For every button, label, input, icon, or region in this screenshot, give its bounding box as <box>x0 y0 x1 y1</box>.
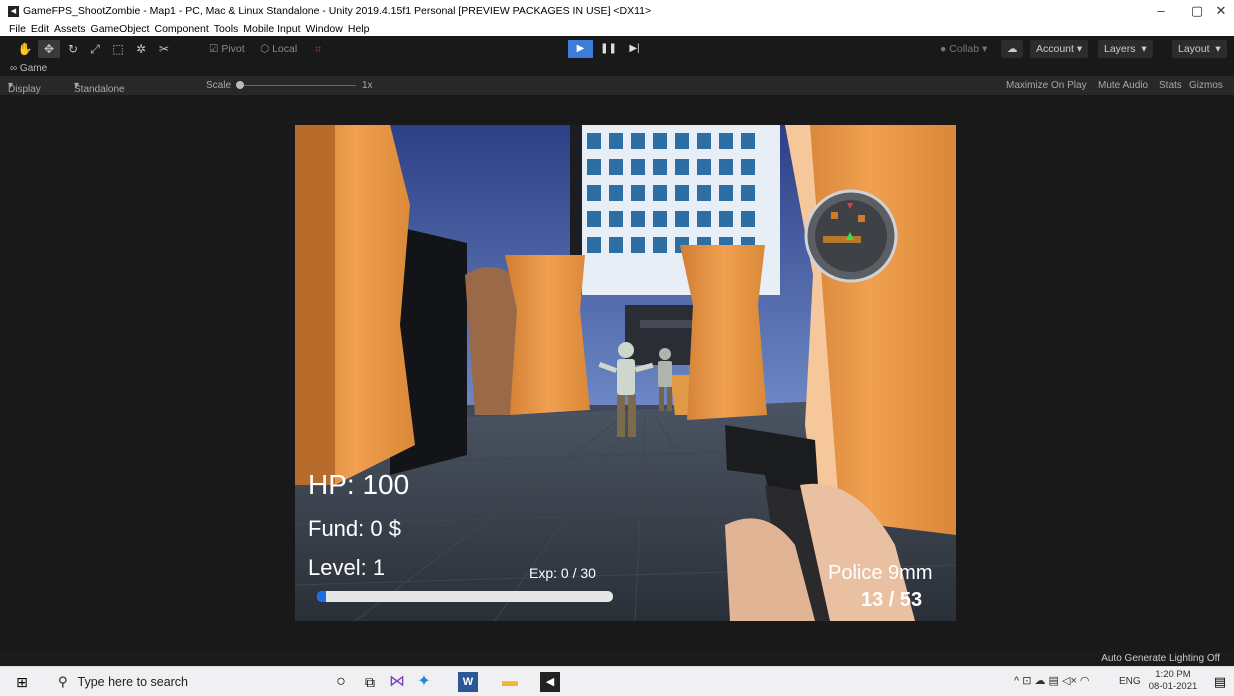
layers-dropdown[interactable]: Layers ▾ <box>1098 40 1153 58</box>
game-tab-label: Game <box>19 63 48 74</box>
layout-dropdown[interactable]: Layout ▾ <box>1172 40 1227 58</box>
fund-label: Fund: 0 $ <box>308 516 401 541</box>
scale-tool-icon[interactable]: ⤢ <box>86 40 104 58</box>
layout-label: Layout <box>1178 43 1210 55</box>
visual-studio-icon[interactable]: ⋈ <box>387 672 407 692</box>
scale-value: 1x <box>362 80 373 91</box>
unity-logo-icon: ◀ <box>8 5 19 17</box>
language-indicator[interactable]: ENG <box>1119 676 1141 687</box>
level-label: Level: 1 <box>308 555 386 580</box>
menu-help[interactable]: Help <box>348 23 370 35</box>
task-view-icon[interactable]: ⧉ <box>360 672 380 692</box>
mute-audio-toggle[interactable]: Mute Audio <box>1098 80 1148 91</box>
menu-edit[interactable]: Edit <box>31 23 49 35</box>
resolution-dropdown[interactable]: Standalone (1024x768) ▾ <box>74 80 125 106</box>
taskbar-clock[interactable]: 1:20 PM 08-01-2021 <box>1146 669 1200 693</box>
account-label: Account <box>1036 43 1074 55</box>
collab-dropdown[interactable]: ● Collab ▾ <box>934 40 993 58</box>
game-render[interactable]: HP: 100 Fund: 0 $ Level: 1 Exp: 0 / 30 P… <box>295 125 956 621</box>
weapon-name: Police 9mm <box>828 562 933 584</box>
clock-date: 08-01-2021 <box>1148 681 1198 692</box>
hand-tool-icon[interactable]: ✋ <box>16 40 34 58</box>
display-dropdown[interactable]: Display 1 ▾ <box>8 80 41 106</box>
game-tab-bar: ∞ Game <box>0 62 1234 76</box>
local-label: Local <box>272 43 298 55</box>
search-placeholder: Type here to search <box>77 675 189 689</box>
folder-app-icon[interactable]: ✦ <box>414 672 434 692</box>
window-title: GameFPS_ShootZombie - Map1 - PC, Mac & L… <box>23 5 652 17</box>
rect-tool-icon[interactable]: ⬚ <box>109 40 127 58</box>
game-tab[interactable]: ∞ Game <box>10 63 47 74</box>
maximize-on-play-toggle[interactable]: Maximize On Play <box>1006 80 1087 91</box>
taskbar-search-box[interactable]: ⚲ Type here to search <box>48 668 288 696</box>
exp-progress-bar <box>317 591 613 602</box>
lighting-status: Auto Generate Lighting Off <box>1101 653 1220 664</box>
account-dropdown[interactable]: Account ▾ <box>1030 40 1089 58</box>
pause-button[interactable]: ❚❚ <box>596 40 621 58</box>
ammo-count: 13 / 53 <box>861 589 923 611</box>
minimize-button[interactable]: – <box>1143 0 1179 22</box>
close-button[interactable]: ✕ <box>1203 0 1234 22</box>
search-icon: ⚲ <box>58 674 68 689</box>
unity-toolbar: ✋ ✥ ↻ ⤢ ⬚ ✲ ✂ ☑ Pivot ⬡ Local ⌗ ▶ ❚❚ ▶| … <box>0 36 1234 62</box>
menu-component[interactable]: Component <box>154 23 208 35</box>
game-view-controls: Display 1 ▾ Standalone (1024x768) ▾ Scal… <box>0 76 1234 106</box>
cloud-icon[interactable]: ☁ <box>1001 40 1023 58</box>
local-toggle[interactable]: ⬡ Local <box>257 40 300 58</box>
menu-assets[interactable]: Assets <box>54 23 86 35</box>
menu-gameobject[interactable]: GameObject <box>91 23 150 35</box>
menu-bar: File Edit Assets GameObject Component To… <box>0 22 1234 36</box>
stats-toggle[interactable]: Stats <box>1159 80 1182 91</box>
window-titlebar: ◀ GameFPS_ShootZombie - Map1 - PC, Mac &… <box>0 0 1234 22</box>
pivot-label: Pivot <box>221 43 245 55</box>
clock-time: 1:20 PM <box>1155 669 1191 680</box>
rotate-tool-icon[interactable]: ↻ <box>64 40 82 58</box>
play-button[interactable]: ▶ <box>568 40 593 58</box>
windows-start-icon[interactable]: ⊞ <box>12 672 32 692</box>
unity-icon[interactable]: ◀ <box>540 672 560 692</box>
notification-icon[interactable]: ▤ <box>1210 672 1230 692</box>
step-button[interactable]: ▶| <box>622 40 647 58</box>
file-explorer-icon[interactable]: ▬ <box>500 672 520 692</box>
gizmos-toggle[interactable]: Gizmos <box>1189 80 1223 91</box>
menu-mobile-input[interactable]: Mobile Input <box>243 23 300 35</box>
hp-label: HP: 100 <box>308 469 410 500</box>
exp-label: Exp: 0 / 30 <box>529 565 596 581</box>
transform-tool-icon[interactable]: ✲ <box>132 40 150 58</box>
layers-label: Layers <box>1104 43 1136 55</box>
exp-progress-fill <box>317 591 326 602</box>
system-tray-icons[interactable]: ^ ⊡ ☁ ▤ ◁× ◠ <box>1014 674 1090 687</box>
menu-tools[interactable]: Tools <box>214 23 239 35</box>
scale-slider-track[interactable] <box>236 85 356 86</box>
word-icon[interactable]: W <box>458 672 478 692</box>
custom-tool-icon[interactable]: ✂ <box>155 40 173 58</box>
move-tool-icon[interactable]: ✥ <box>38 40 60 58</box>
editor-status-bar: Auto Generate Lighting Off <box>0 651 1234 666</box>
cortana-icon[interactable]: ○ <box>331 672 351 692</box>
game-scene-illustration <box>295 125 956 621</box>
windows-taskbar: ⊞ ⚲ Type here to search ○ ⧉ ⋈ ✦ W ▬ ◀ ^ … <box>0 666 1234 696</box>
pivot-toggle[interactable]: ☑ Pivot <box>206 40 248 58</box>
scale-slider-handle[interactable] <box>236 81 244 89</box>
scale-label: Scale <box>206 80 232 91</box>
collab-label: Collab <box>949 43 980 55</box>
snap-icon[interactable]: ⌗ <box>311 40 325 58</box>
menu-file[interactable]: File <box>9 23 26 35</box>
menu-window[interactable]: Window <box>306 23 343 35</box>
